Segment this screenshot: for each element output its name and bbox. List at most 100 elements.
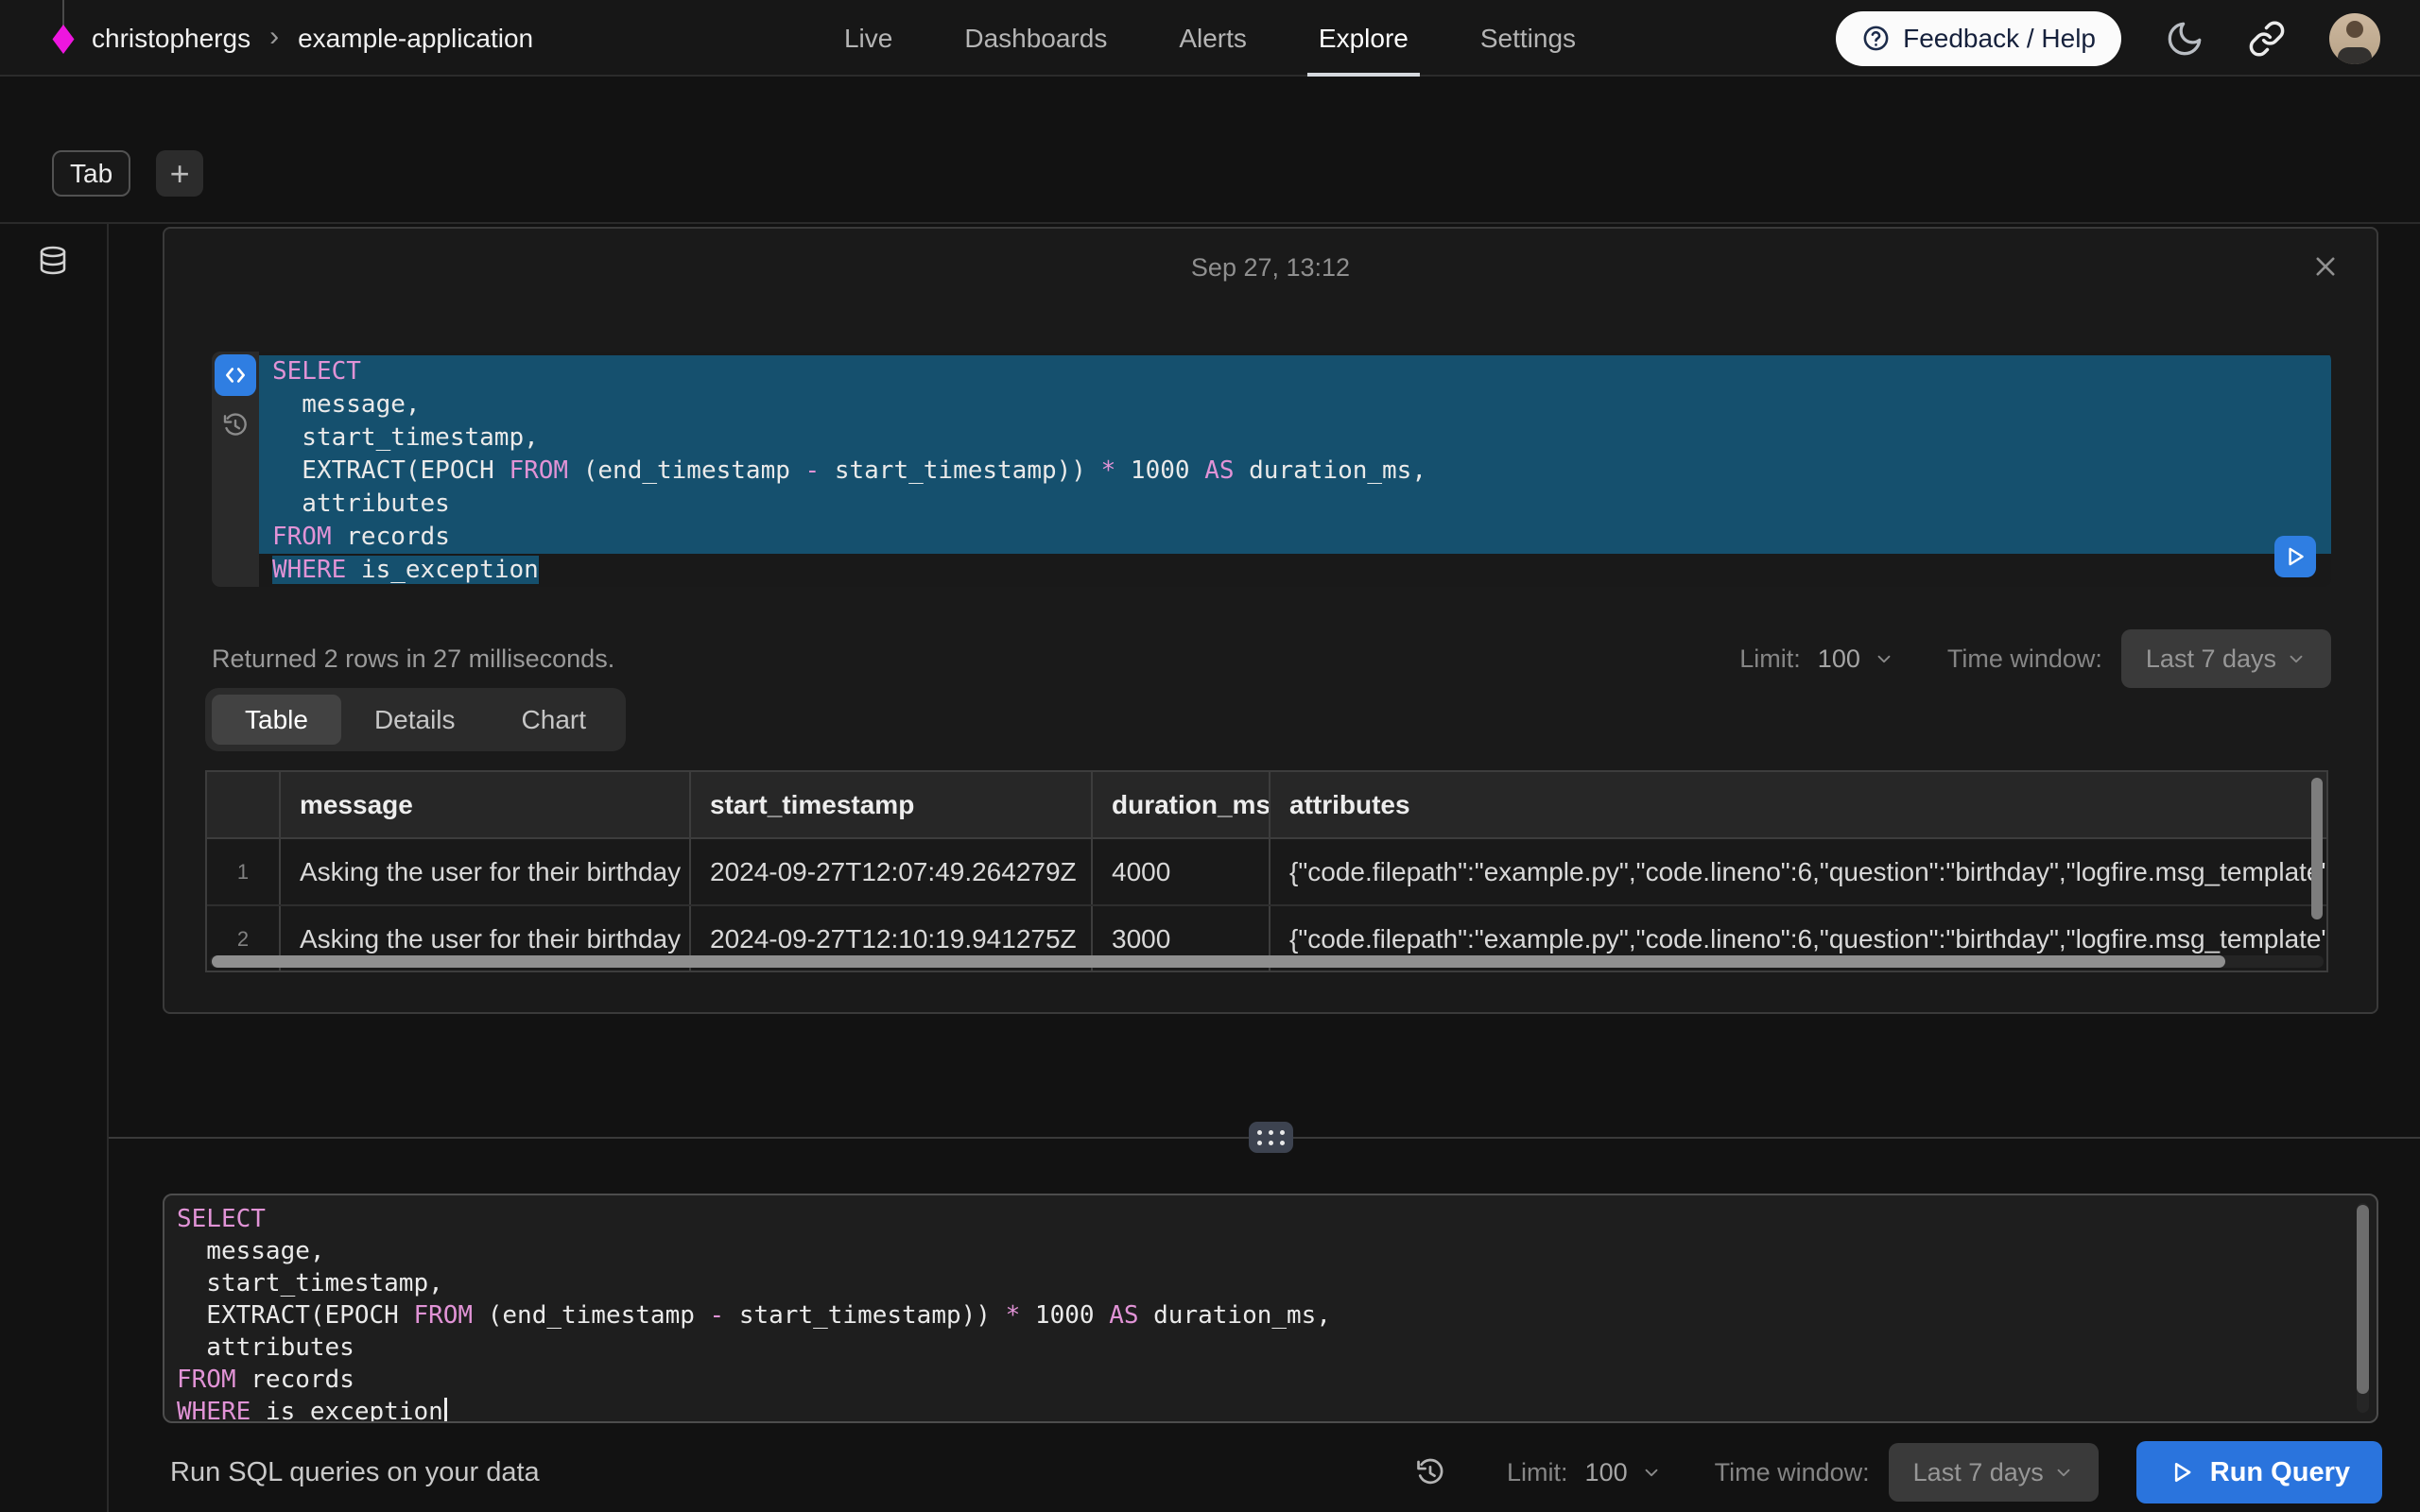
database-icon [36, 244, 70, 280]
footer-time-window-label: Time window: [1715, 1458, 1870, 1487]
nav-item-dashboards[interactable]: Dashboards [964, 0, 1107, 77]
moon-icon [2165, 19, 2204, 59]
grip-dot [1257, 1130, 1262, 1135]
query-history-button[interactable] [221, 411, 250, 439]
sql-line: EXTRACT(EPOCH FROM (end_timestamp - star… [177, 1299, 2377, 1332]
add-tab-button[interactable]: + [156, 150, 203, 197]
vertical-scrollbar[interactable] [2311, 778, 2323, 919]
nav-item-live[interactable]: Live [844, 0, 892, 77]
help-circle-icon [1861, 24, 1891, 53]
time-window-select[interactable]: Last 7 days [2121, 629, 2331, 688]
format-code-button[interactable] [215, 354, 256, 396]
breadcrumb-project[interactable]: example-application [298, 24, 533, 54]
logo-line [62, 0, 64, 28]
sql-line: EXTRACT(EPOCH FROM (end_timestamp - star… [259, 455, 2331, 488]
editor-sql-code[interactable]: SELECT message, start_timestamp, EXTRACT… [163, 1194, 2378, 1423]
chevron-down-icon [2053, 1462, 2074, 1483]
text-cursor [444, 1398, 447, 1423]
column-header-message: message [281, 772, 691, 837]
result-view-tabs: TableDetailsChart [205, 688, 626, 751]
logfire-logo-icon[interactable] [52, 0, 75, 77]
close-icon [2312, 253, 2339, 280]
footer-limit-value: 100 [1585, 1458, 1628, 1487]
breadcrumb-org[interactable]: christophergs [92, 24, 251, 54]
history-button[interactable] [1414, 1456, 1446, 1488]
time-window-label: Time window: [1947, 644, 2102, 674]
chevron-down-icon [1641, 1462, 1662, 1483]
tab-chart[interactable]: Chart [489, 695, 619, 745]
navbar-actions: Feedback / Help [1836, 0, 2380, 77]
code-brackets-icon [223, 363, 248, 387]
table-cell: 2024-09-27T12:07:49.264279Z [691, 839, 1093, 904]
play-icon [2283, 544, 2308, 569]
grip-dot [1280, 1141, 1285, 1145]
sql-line: start_timestamp, [259, 421, 2331, 455]
column-header-attributes: attributes [1270, 772, 2326, 837]
horizontal-scrollbar[interactable] [212, 955, 2225, 968]
query-footer-bar: Run SQL queries on your data Limit: 100 … [170, 1436, 2382, 1508]
footer-time-window-select[interactable]: Last 7 days [1889, 1443, 2099, 1502]
sql-line: WHERE is_exception [177, 1396, 2377, 1423]
table-row[interactable]: 1Asking the user for their birthday2024-… [207, 839, 2326, 906]
user-avatar[interactable] [2329, 13, 2380, 64]
play-icon [2169, 1459, 2195, 1486]
sql-line: attributes [259, 488, 2331, 521]
tab-details[interactable]: Details [341, 695, 489, 745]
result-stats: Returned 2 rows in 27 milliseconds. [212, 644, 614, 674]
column-header-rownum [207, 772, 281, 837]
grip-dot [1269, 1130, 1273, 1135]
footer-controls: Limit: 100 Time window: Last 7 days Run … [1414, 1441, 2382, 1503]
theme-toggle-button[interactable] [2165, 19, 2204, 59]
sql-line: message, [259, 388, 2331, 421]
sql-line: FROM records [259, 521, 2331, 554]
nav-items: Live Dashboards Alerts Explore Settings [844, 0, 1576, 77]
footer-limit-select[interactable]: 100 [1585, 1458, 1662, 1487]
chevron-right-icon: › [268, 21, 281, 53]
table-body: 1Asking the user for their birthday2024-… [207, 839, 2326, 972]
breadcrumb: christophergs › example-application [52, 0, 533, 77]
query-result-card: Sep 27, 13:12 SELECT message, start_time… [163, 227, 2378, 1014]
content-top-divider [0, 222, 2420, 224]
history-icon [221, 411, 250, 439]
nav-item-explore[interactable]: Explore [1319, 0, 1409, 77]
schema-database-button[interactable] [36, 244, 70, 280]
row-number: 1 [207, 839, 281, 904]
history-icon [1414, 1456, 1446, 1488]
grip-dot [1257, 1141, 1262, 1145]
feedback-help-button[interactable]: Feedback / Help [1836, 11, 2121, 66]
panel-splitter-handle[interactable] [1249, 1122, 1293, 1153]
feedback-help-label: Feedback / Help [1903, 24, 2096, 54]
sql-line: SELECT [259, 355, 2331, 388]
column-header-duration_ms: duration_ms [1093, 772, 1270, 837]
top-navbar: christophergs › example-application Live… [0, 0, 2420, 77]
sql-line: start_timestamp, [177, 1267, 2377, 1299]
result-controls: Limit: 100 Time window: Last 7 days [1739, 629, 2331, 688]
horizontal-scrollbar-track [210, 955, 2324, 968]
run-query-button[interactable]: Run Query [2136, 1441, 2382, 1503]
editor-scrollbar-track [2357, 1203, 2369, 1413]
tab-strip: Tab + [52, 150, 203, 197]
column-header-start_timestamp: start_timestamp [691, 772, 1093, 837]
sql-line: WHERE is_exception [259, 554, 2331, 587]
table-header-row: messagestart_timestampduration_msattribu… [207, 772, 2326, 839]
rerun-query-button[interactable] [2274, 536, 2316, 577]
nav-item-settings[interactable]: Settings [1480, 0, 1576, 77]
editor-scrollbar[interactable] [2357, 1205, 2369, 1394]
close-result-button[interactable] [2305, 246, 2346, 287]
query-timestamp: Sep 27, 13:12 [164, 253, 2377, 283]
query-tab[interactable]: Tab [52, 150, 130, 197]
sql-line: FROM records [177, 1364, 2377, 1396]
sql-line: attributes [177, 1332, 2377, 1364]
share-link-button[interactable] [2248, 20, 2286, 58]
footer-limit-label: Limit: [1507, 1458, 1568, 1487]
sql-line: SELECT [177, 1203, 2377, 1235]
chevron-down-icon [2286, 648, 2307, 669]
link-icon [2248, 20, 2286, 58]
grip-dot [1269, 1141, 1273, 1145]
tab-table[interactable]: Table [212, 695, 341, 745]
nav-item-alerts[interactable]: Alerts [1179, 0, 1247, 77]
result-sql-code[interactable]: SELECT message, start_timestamp, EXTRACT… [259, 352, 2331, 587]
limit-select[interactable]: 100 [1818, 644, 1894, 674]
editor-gutter [212, 352, 259, 587]
grip-dot [1280, 1130, 1285, 1135]
